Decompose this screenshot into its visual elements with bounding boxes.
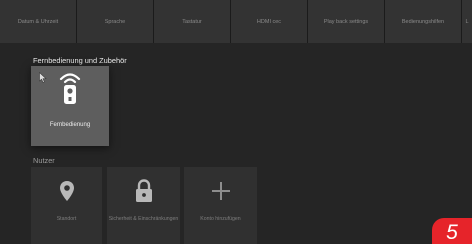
settings-tab-bar: Datum & Uhrzeit Sprache Tastatur HDMI ce… [0,0,472,43]
location-label: Standort [56,216,77,222]
tab-accessibility[interactable]: Bedienungshilfen [385,0,461,43]
tab-more[interactable]: L [462,0,472,43]
tab-language[interactable]: Sprache [77,0,153,43]
tab-keyboard[interactable]: Tastatur [154,0,230,43]
plus-icon [210,177,232,205]
location-card[interactable]: Standort [31,167,102,244]
remote-section-title: Fernbedienung und Zubehör [33,56,127,65]
users-section-title: Nutzer [33,156,55,165]
mouse-cursor-icon [39,72,47,83]
lock-icon [134,177,154,205]
tab-hdmi-cec[interactable]: HDMI cec [231,0,307,43]
location-pin-icon [59,177,75,205]
security-restrictions-label: Sicherheit & Einschränkungen [108,216,179,222]
security-restrictions-card[interactable]: Sicherheit & Einschränkungen [107,167,180,244]
remote-control-label: Fernbedienung [49,122,91,128]
tab-playback-settings[interactable]: Play back settings [308,0,384,43]
remote-control-icon [59,73,81,104]
step-number-badge: 5 [432,218,472,244]
add-account-label: Konto hinzufügen [200,216,241,222]
tab-date-time[interactable]: Datum & Uhrzeit [0,0,76,43]
add-account-card[interactable]: Konto hinzufügen [184,167,257,244]
